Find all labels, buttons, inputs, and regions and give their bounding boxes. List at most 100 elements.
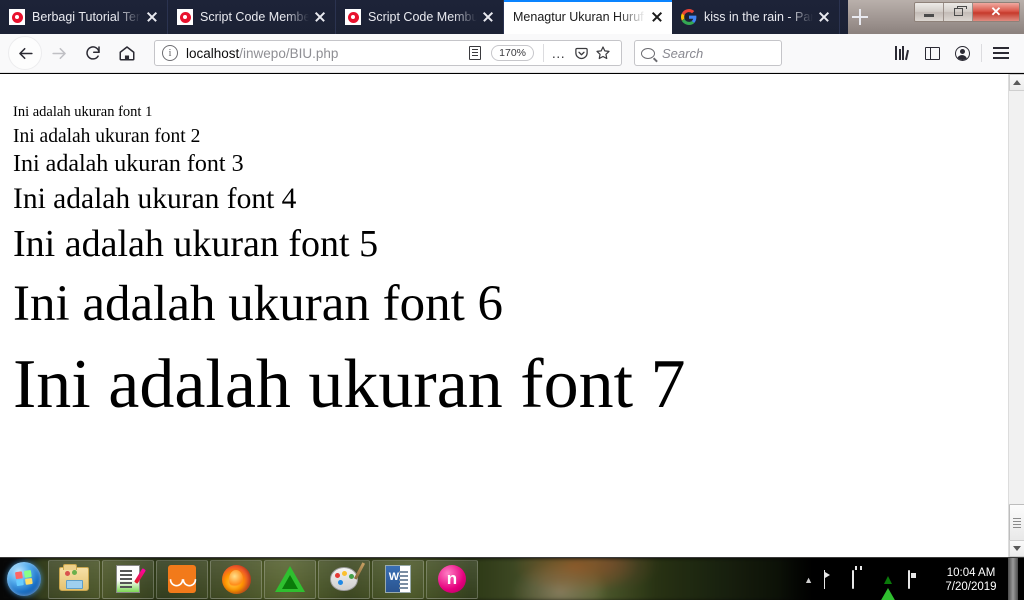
font-line-7: Ini adalah ukuran font 7 <box>13 347 1008 423</box>
tab-2[interactable]: Script Code Membua <box>336 0 504 34</box>
pocket-glyph <box>574 46 589 61</box>
search-placeholder: Search <box>662 46 703 61</box>
menu-button[interactable] <box>986 38 1016 68</box>
system-tray: ▲ 10:04 AM 7/20/2019 <box>778 558 1024 600</box>
reload-button[interactable] <box>76 36 110 70</box>
tab-title: kiss in the rain - Pany <box>704 10 813 24</box>
tab-title: Script Code Member <box>200 10 309 24</box>
action-center-flag-icon[interactable] <box>824 571 841 588</box>
account-button[interactable] <box>947 38 977 68</box>
tab-close-icon[interactable] <box>311 8 329 26</box>
home-icon <box>118 44 136 62</box>
scrollbar-thumb[interactable] <box>1009 504 1024 542</box>
network-icon[interactable] <box>908 571 925 588</box>
navigation-toolbar: i localhost/inwepo/BIU.php 170% … Search <box>0 34 1024 73</box>
font-line-6: Ini adalah ukuran font 6 <box>13 277 1008 332</box>
maximize-button[interactable] <box>944 3 973 21</box>
close-button[interactable]: ✕ <box>973 3 1019 21</box>
url-bar[interactable]: i localhost/inwepo/BIU.php 170% … <box>154 40 622 66</box>
reader-view-icon[interactable] <box>464 43 486 63</box>
taskbar-item-green-triangle-app[interactable] <box>264 560 316 599</box>
target-icon <box>9 9 25 25</box>
target-icon <box>177 9 193 25</box>
tab-title: Menagtur Ukuran Huruf <box>513 10 646 24</box>
power-plug-icon[interactable] <box>852 571 869 588</box>
nero-icon: n <box>437 564 467 594</box>
clock[interactable]: 10:04 AM 7/20/2019 <box>940 566 1002 594</box>
url-domain: localhost <box>186 46 239 61</box>
triangle-icon <box>275 564 305 594</box>
taskbar-item-windows-explorer[interactable] <box>48 560 100 599</box>
folder-icon <box>59 564 89 594</box>
firefox-icon <box>221 564 251 594</box>
font-line-3: Ini adalah ukuran font 3 <box>13 152 1008 178</box>
taskbar-item-nero[interactable]: n <box>426 560 478 599</box>
taskbar-items: ◡◡ <box>48 558 480 600</box>
home-button[interactable] <box>110 36 144 70</box>
notepad-icon <box>113 564 143 594</box>
taskbar-item-microsoft-word[interactable] <box>372 560 424 599</box>
back-button[interactable] <box>8 36 42 70</box>
search-icon <box>641 48 655 59</box>
green-triangle-icon[interactable] <box>880 571 897 588</box>
tab-close-icon[interactable] <box>648 8 666 26</box>
star-glyph <box>595 45 611 61</box>
page-actions-icon[interactable]: … <box>548 43 570 63</box>
tab-3-active[interactable]: Menagtur Ukuran Huruf <box>504 0 672 34</box>
tab-1[interactable]: Script Code Member <box>168 0 336 34</box>
tab-close-icon[interactable] <box>479 8 497 26</box>
tab-close-icon[interactable] <box>815 8 833 26</box>
window-controls: ✕ <box>914 2 1020 22</box>
word-icon <box>383 564 413 594</box>
taskbar-item-notepad-plus-plus[interactable] <box>102 560 154 599</box>
tab-title: Berbagi Tutorial Terb <box>32 10 141 24</box>
show-desktop-button[interactable] <box>1008 558 1018 600</box>
sidebar-icon <box>925 47 940 60</box>
page-content: Ini adalah ukuran font 1 Ini adalah ukur… <box>0 74 1008 557</box>
bookmark-star-icon[interactable] <box>592 43 614 63</box>
font-line-4: Ini adalah ukuran font 4 <box>13 184 1008 216</box>
divider <box>543 44 544 62</box>
arrow-left-icon <box>16 44 35 63</box>
browser-window: Berbagi Tutorial Terb Script Code Member… <box>0 0 1024 600</box>
library-button[interactable] <box>887 38 917 68</box>
windows-taskbar: ◡◡ <box>0 557 1024 600</box>
tab-4[interactable]: kiss in the rain - Pany <box>672 0 840 34</box>
site-info-icon[interactable]: i <box>162 45 178 61</box>
font-line-1: Ini adalah ukuran font 1 <box>13 105 1008 121</box>
new-tab-button[interactable] <box>840 0 880 34</box>
tab-strip: Berbagi Tutorial Terb Script Code Member… <box>0 0 1024 34</box>
tab-close-icon[interactable] <box>143 8 161 26</box>
menu-icon <box>993 47 1009 59</box>
zoom-level-badge[interactable]: 170% <box>491 45 534 61</box>
taskbar-item-paint[interactable] <box>318 560 370 599</box>
scroll-down-arrow-icon[interactable] <box>1009 540 1024 557</box>
target-icon <box>345 9 361 25</box>
toolbar-right-group <box>887 38 1016 68</box>
minimize-button[interactable] <box>915 3 944 21</box>
library-icon <box>895 46 909 60</box>
show-hidden-icons-button[interactable]: ▲ <box>804 575 813 585</box>
url-path: /inwepo/BIU.php <box>239 46 338 61</box>
font-line-2: Ini adalah ukuran font 2 <box>13 126 1008 147</box>
scroll-up-arrow-icon[interactable] <box>1009 74 1024 91</box>
scrollbar-grip <box>1013 516 1021 530</box>
arrow-right-icon <box>50 44 69 63</box>
sidebar-button[interactable] <box>917 38 947 68</box>
start-button[interactable] <box>0 558 48 600</box>
forward-button[interactable] <box>42 36 76 70</box>
pocket-icon[interactable] <box>570 43 592 63</box>
clock-time: 10:04 AM <box>947 567 996 579</box>
vertical-scrollbar[interactable] <box>1008 74 1024 557</box>
tab-title: Script Code Membua <box>368 10 477 24</box>
font-line-5: Ini adalah ukuran font 5 <box>13 224 1008 265</box>
account-icon <box>955 46 970 61</box>
google-icon <box>681 9 697 25</box>
search-bar[interactable]: Search <box>634 40 782 66</box>
xampp-icon: ◡◡ <box>167 564 197 594</box>
taskbar-item-xampp-control-panel[interactable]: ◡◡ <box>156 560 208 599</box>
divider <box>981 44 982 62</box>
url-text: localhost/inwepo/BIU.php <box>186 46 464 61</box>
taskbar-item-mozilla-firefox[interactable] <box>210 560 262 599</box>
tab-0[interactable]: Berbagi Tutorial Terb <box>0 0 168 34</box>
